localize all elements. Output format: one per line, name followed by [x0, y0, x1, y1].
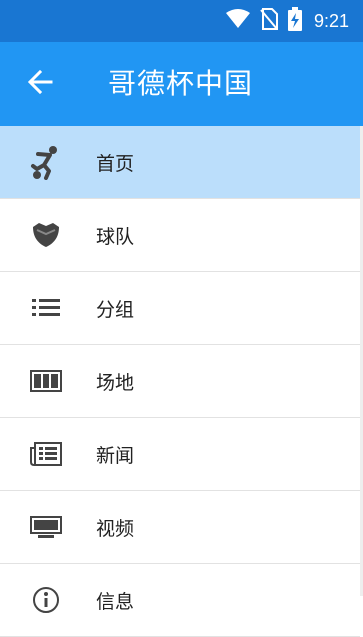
- info-icon: [28, 582, 64, 618]
- menu-item-label: 视频: [96, 517, 135, 540]
- nav-menu: 首页 球队 分组 场地 新闻 视频 信息: [0, 126, 360, 637]
- menu-item-home[interactable]: 首页: [0, 126, 360, 199]
- status-time: 9:21: [313, 10, 349, 31]
- menu-item-label: 信息: [96, 590, 135, 613]
- arrow-back-icon: [27, 69, 53, 99]
- menu-item-label: 新闻: [96, 444, 135, 467]
- status-icons: 9:21: [225, 0, 349, 42]
- menu-item-videos[interactable]: 视频: [0, 491, 360, 564]
- app-bar: 哥德杯中国: [0, 42, 363, 126]
- soccer-player-icon: [28, 144, 64, 180]
- menu-item-teams[interactable]: 球队: [0, 199, 360, 272]
- back-button[interactable]: [20, 64, 60, 104]
- menu-item-label: 分组: [96, 298, 135, 321]
- menu-item-groups[interactable]: 分组: [0, 272, 360, 345]
- menu-item-label: 首页: [96, 152, 135, 175]
- wifi-icon: [225, 9, 250, 33]
- shield-icon: [28, 217, 64, 253]
- menu-item-info[interactable]: 信息: [0, 564, 360, 637]
- battery-charging-icon: [287, 7, 302, 35]
- status-bar: 9:21: [0, 0, 363, 42]
- menu-item-venues[interactable]: 场地: [0, 345, 360, 418]
- list-icon: [28, 290, 64, 326]
- newspaper-icon: [28, 436, 64, 472]
- menu-item-label: 场地: [96, 371, 135, 394]
- menu-item-label: 球队: [96, 225, 135, 248]
- no-sim-icon: [260, 8, 278, 34]
- field-icon: [28, 363, 64, 399]
- app-title: 哥德杯中国: [108, 67, 254, 100]
- monitor-icon: [28, 509, 64, 545]
- menu-item-news[interactable]: 新闻: [0, 418, 360, 491]
